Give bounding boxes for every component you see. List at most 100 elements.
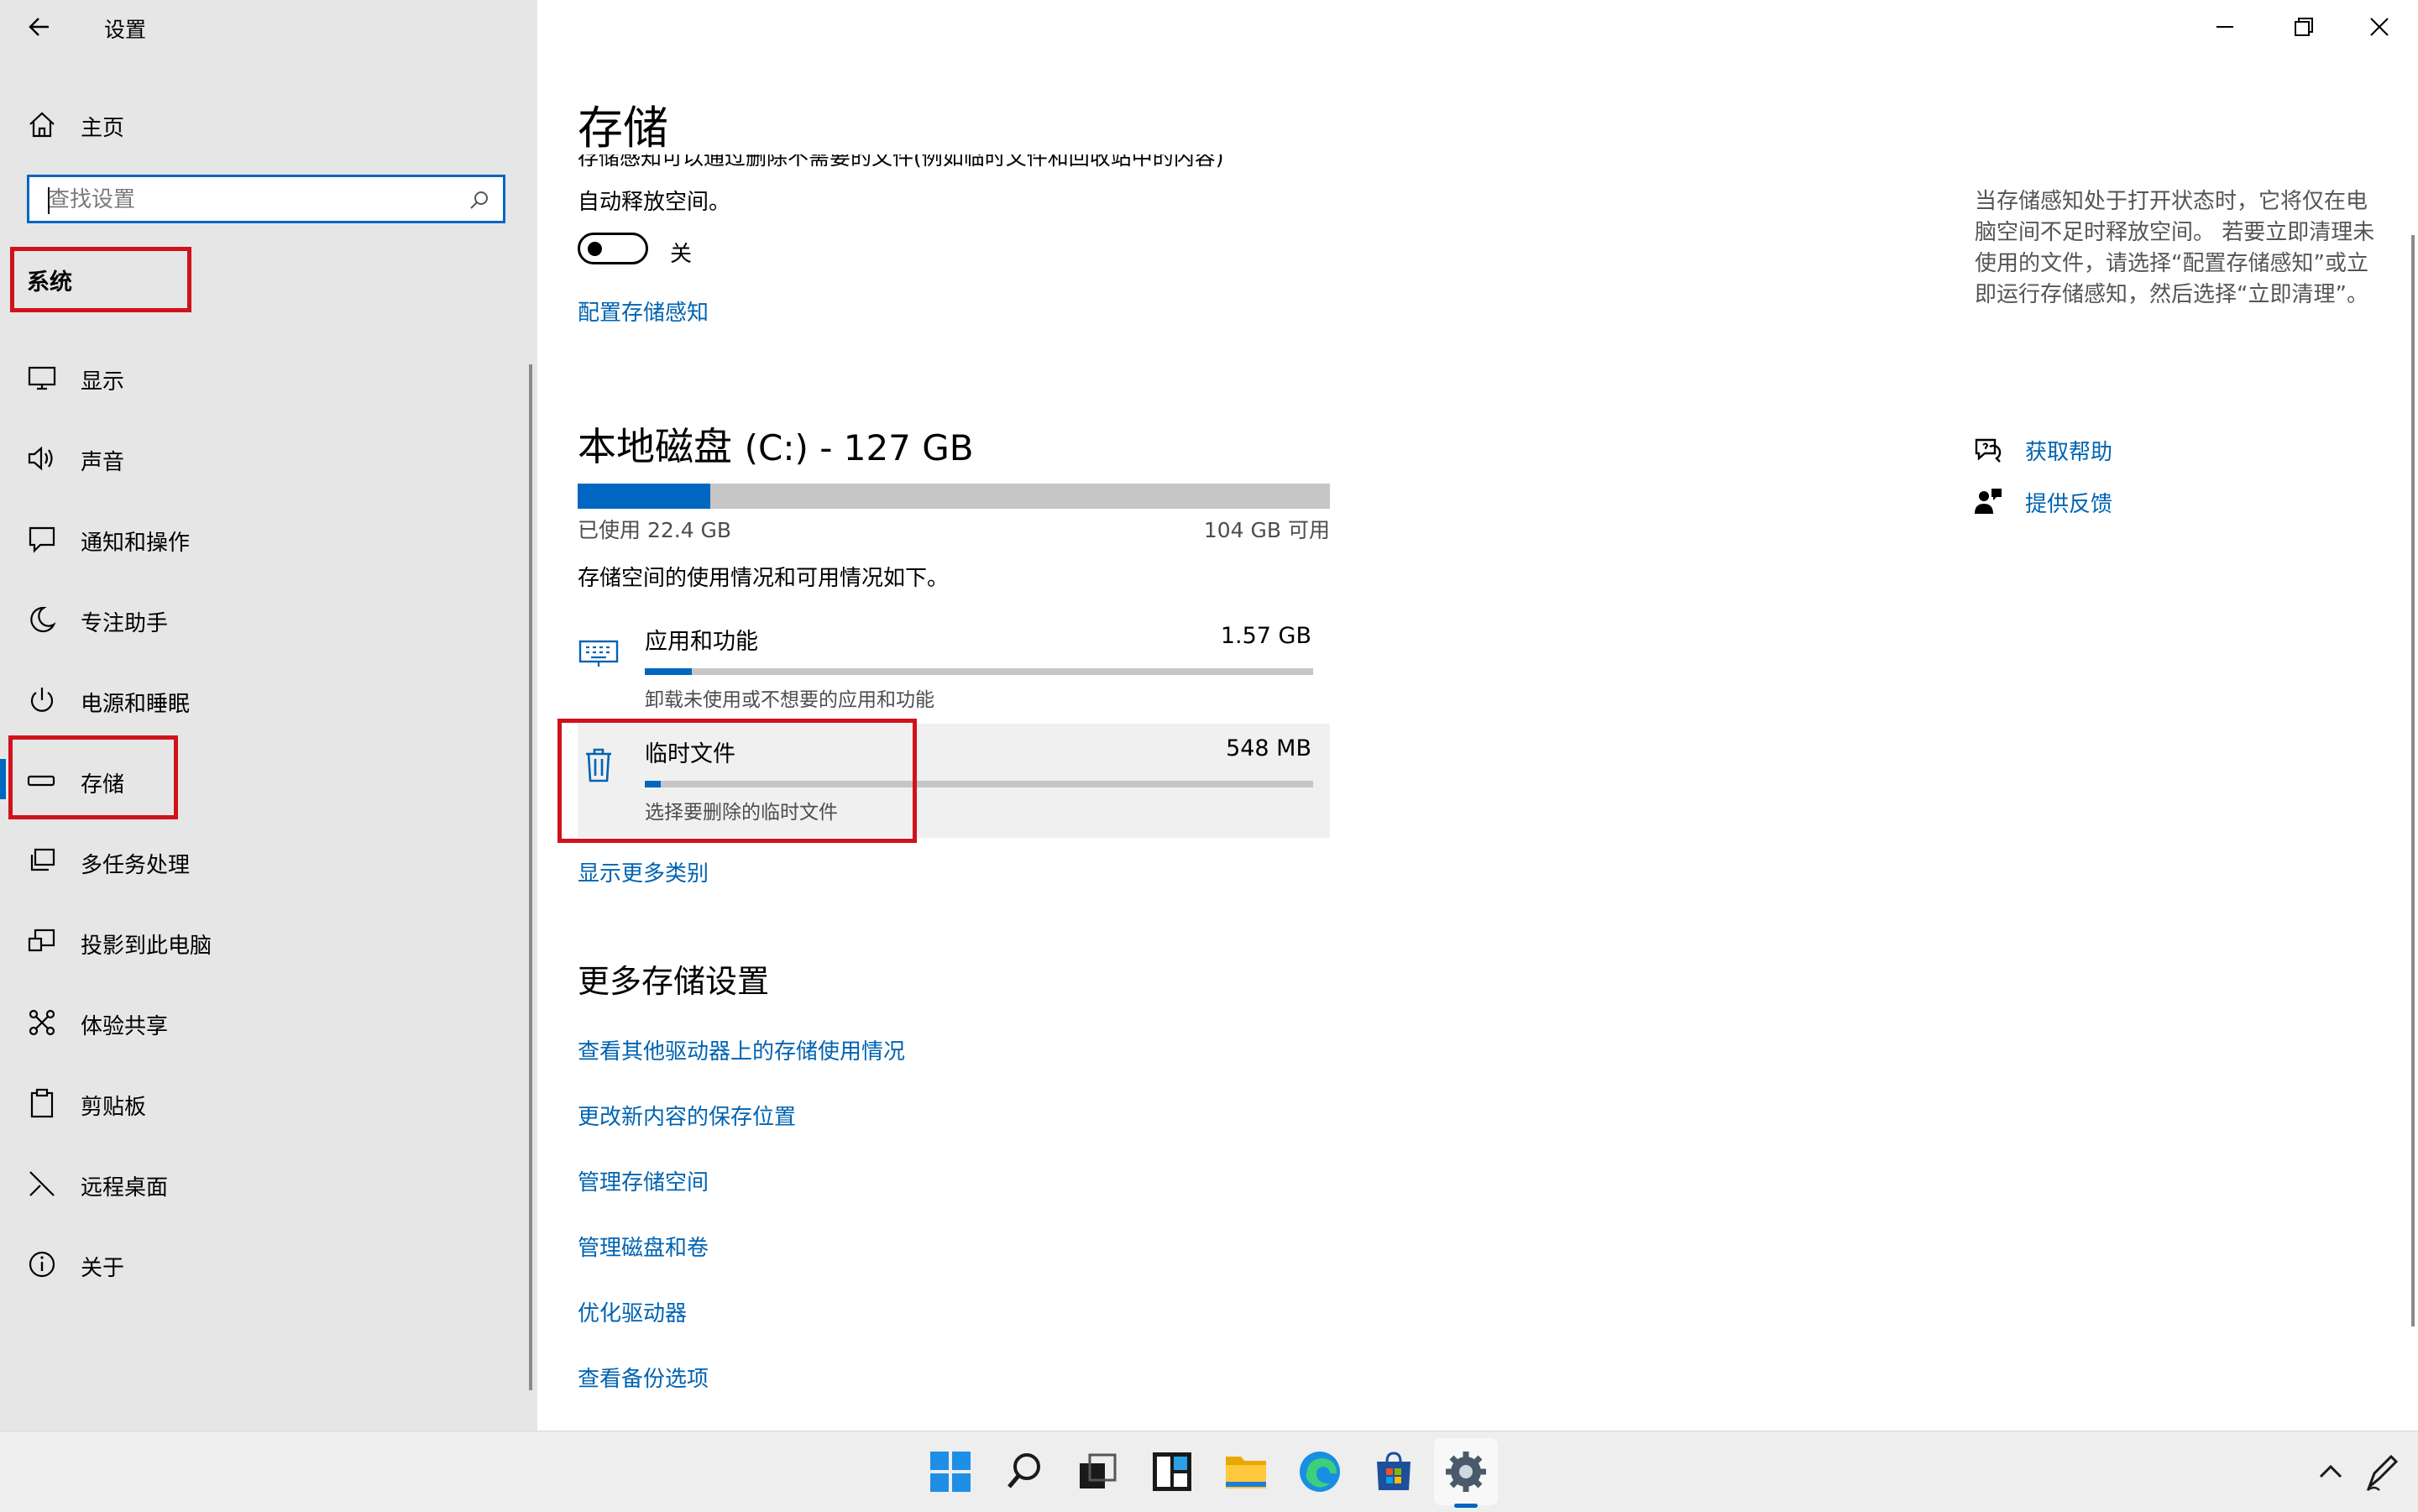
feedback-link[interactable]: 提供反馈 xyxy=(2025,487,2112,518)
app-title: 设置 xyxy=(104,18,147,42)
category-usage-fill xyxy=(645,668,692,675)
sidebar-item-label: 关于 xyxy=(81,1256,125,1281)
disk-title: 本地磁盘 (C:) - 127 GB xyxy=(578,416,974,472)
sidebar: 设置 主页 系统 显示 声音 通知和操作 专注助手 电源和睡眠 xyxy=(0,0,537,1431)
usage-description: 存储空间的使用情况和可用情况如下。 xyxy=(578,566,950,591)
sidebar-item-label: 剪贴板 xyxy=(81,1095,147,1120)
back-arrow-icon xyxy=(29,18,49,36)
help-chat-icon xyxy=(1975,438,2002,463)
power-icon xyxy=(30,688,54,712)
close-icon xyxy=(2370,18,2389,36)
category-apps-features[interactable]: 应用和功能 1.57 GB 卸载未使用或不想要的应用和功能 xyxy=(578,611,1330,725)
settings-gear-icon[interactable] xyxy=(1442,1448,1489,1495)
disk-capacity: (C:) - 127 GB xyxy=(744,427,974,468)
configure-storage-sense-link[interactable]: 配置存储感知 xyxy=(578,296,709,327)
link-change-save-location[interactable]: 更改新内容的保存位置 xyxy=(578,1100,796,1131)
get-help-row[interactable]: 获取帮助 xyxy=(1971,428,2307,470)
sidebar-item-remote-desktop[interactable]: 远程桌面 xyxy=(0,1150,531,1217)
search-box[interactable] xyxy=(27,175,505,223)
search-icon[interactable] xyxy=(468,189,491,212)
store-icon[interactable] xyxy=(1370,1448,1417,1495)
main-content: 存储 存储感知可以通过删除不需要的文件(例如临时文件和回收站中的内容) 自动释放… xyxy=(537,0,2418,1431)
pen-icon[interactable] xyxy=(2363,1448,2403,1495)
sidebar-item-power-sleep[interactable]: 电源和睡眠 xyxy=(0,667,531,734)
taskbar xyxy=(0,1431,2418,1512)
speaker-icon xyxy=(28,446,53,471)
sidebar-item-notifications[interactable]: 通知和操作 xyxy=(0,505,531,573)
close-button[interactable] xyxy=(2354,12,2405,42)
search-icon[interactable] xyxy=(1001,1448,1048,1495)
start-windows-icon[interactable] xyxy=(927,1448,974,1495)
sidebar-item-label: 通知和操作 xyxy=(81,531,191,556)
back-button[interactable] xyxy=(24,8,57,45)
widgets-icon[interactable] xyxy=(1149,1448,1196,1495)
link-manage-storage-spaces[interactable]: 管理存储空间 xyxy=(578,1165,709,1196)
title-row: 设置 xyxy=(0,0,537,54)
sidebar-item-clipboard[interactable]: 剪贴板 xyxy=(0,1070,531,1137)
feedback-row[interactable]: 提供反馈 xyxy=(1971,480,2307,522)
disk-name: 本地磁盘 xyxy=(578,424,732,469)
link-manage-disks-volumes[interactable]: 管理磁盘和卷 xyxy=(578,1231,709,1262)
sidebar-item-display[interactable]: 显示 xyxy=(0,344,531,411)
storage-sense-info: 当存储感知处于打开状态时，它将仅在电脑空间不足时释放空间。 若要立即清理未使用的… xyxy=(1975,189,2375,307)
notification-icon xyxy=(29,526,55,553)
sidebar-item-label: 远程桌面 xyxy=(81,1175,169,1201)
nav-home-label: 主页 xyxy=(81,116,125,141)
main-scrollbar[interactable] xyxy=(2411,235,2415,1326)
highlight-box-temp-files xyxy=(557,719,917,843)
nav-home[interactable]: 主页 xyxy=(0,99,537,149)
sidebar-item-label: 体验共享 xyxy=(81,1014,169,1039)
highlight-box-system xyxy=(10,247,191,312)
disk-used-label: 已使用 22.4 GB xyxy=(578,518,732,542)
link-backup-options[interactable]: 查看备份选项 xyxy=(578,1362,709,1393)
toggle-knob xyxy=(588,242,602,256)
page-title: 存储 xyxy=(578,102,668,154)
category-size: 548 MB xyxy=(1226,735,1311,761)
sidebar-item-shared-experiences[interactable]: 体验共享 xyxy=(0,989,531,1056)
clipboard-icon xyxy=(30,1088,54,1118)
link-optimize-drives[interactable]: 优化驱动器 xyxy=(578,1296,687,1327)
storage-sense-toggle[interactable] xyxy=(578,233,648,264)
sidebar-item-label: 多任务处理 xyxy=(81,853,191,878)
disk-usage-fill xyxy=(578,484,710,509)
storage-sense-description-tail: 自动释放空间。 xyxy=(578,190,731,215)
disk-free-label: 104 GB 可用 xyxy=(1203,518,1330,542)
more-storage-settings-title: 更多存储设置 xyxy=(578,963,770,1000)
remote-icon xyxy=(29,1171,55,1196)
sidebar-item-label: 电源和睡眠 xyxy=(81,692,191,717)
sidebar-item-about[interactable]: 关于 xyxy=(0,1231,531,1298)
sidebar-item-label: 声音 xyxy=(81,450,125,475)
toggle-state-label: 关 xyxy=(670,242,693,267)
highlight-box-storage xyxy=(8,735,178,819)
sidebar-item-project[interactable]: 投影到此电脑 xyxy=(0,908,531,976)
disk-usage-bar xyxy=(578,484,1330,509)
restore-button[interactable] xyxy=(2277,12,2327,42)
search-input[interactable] xyxy=(46,184,469,216)
get-help-link[interactable]: 获取帮助 xyxy=(2025,435,2112,466)
sidebar-item-label: 专注助手 xyxy=(81,611,169,636)
category-name: 应用和功能 xyxy=(645,629,758,655)
sidebar-item-focus-assist[interactable]: 专注助手 xyxy=(0,586,531,653)
file-explorer-icon[interactable] xyxy=(1222,1448,1269,1495)
running-app-indicator xyxy=(1454,1504,1478,1508)
moon-icon xyxy=(30,606,56,633)
sidebar-scrollbar[interactable] xyxy=(529,364,532,1390)
link-other-drives-usage[interactable]: 查看其他驱动器上的存储使用情况 xyxy=(578,1034,905,1065)
share-icon xyxy=(29,1009,55,1036)
sidebar-item-multitasking[interactable]: 多任务处理 xyxy=(0,828,531,895)
storage-sense-description: 存储感知可以通过删除不需要的文件(例如临时文件和回收站中的内容) xyxy=(578,154,1224,170)
minimize-button[interactable] xyxy=(2200,12,2250,42)
show-more-categories-link[interactable]: 显示更多类别 xyxy=(578,856,709,887)
category-size: 1.57 GB xyxy=(1220,623,1311,649)
home-icon xyxy=(29,112,55,138)
sidebar-item-sound[interactable]: 声音 xyxy=(0,425,531,492)
restore-icon xyxy=(2295,18,2313,36)
info-icon xyxy=(29,1251,55,1278)
project-icon xyxy=(28,929,55,952)
task-view-icon[interactable] xyxy=(1075,1448,1122,1495)
minimize-icon xyxy=(2216,26,2233,28)
category-usage-bar xyxy=(645,668,1313,675)
chevron-up-icon[interactable] xyxy=(2314,1448,2347,1495)
edge-browser-icon[interactable] xyxy=(1296,1448,1343,1495)
sidebar-item-label: 投影到此电脑 xyxy=(81,934,212,959)
